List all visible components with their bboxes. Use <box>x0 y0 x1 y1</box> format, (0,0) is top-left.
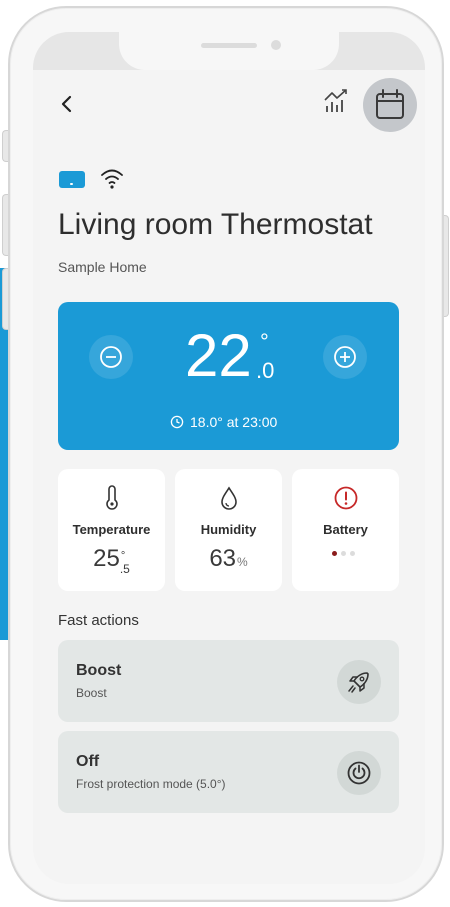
setpoint-degree: ° <box>260 329 269 354</box>
decrease-temperature-button[interactable] <box>89 335 133 379</box>
battery-dot-empty <box>350 551 355 556</box>
chart-icon <box>324 89 347 112</box>
speaker-icon <box>201 43 257 48</box>
droplet-icon <box>220 486 237 510</box>
battery-dot-filled <box>332 551 337 556</box>
thermometer-icon <box>105 485 118 510</box>
app-screen: Living room Thermostat Sample Home 22 ° … <box>33 32 425 884</box>
rocket-icon <box>348 672 369 693</box>
humidity-card[interactable]: Humidity 63% <box>175 469 282 591</box>
minus-icon <box>100 346 122 368</box>
increase-temperature-button[interactable] <box>323 335 367 379</box>
temperature-decimal: .5 <box>119 562 130 576</box>
humidity-unit: % <box>237 555 248 569</box>
next-schedule[interactable]: 18.0° at 23:00 <box>170 414 277 430</box>
clock-icon <box>170 415 184 429</box>
temperature-unit: ° <box>120 550 126 562</box>
wifi-icon <box>99 166 125 190</box>
calendar-icon <box>376 89 404 119</box>
power-icon <box>347 761 371 785</box>
boost-action[interactable]: Boost Boost <box>58 640 399 722</box>
setpoint-value: 22 <box>185 322 252 389</box>
battery-level-indicator <box>332 551 355 556</box>
off-action[interactable]: Off Frost protection mode (5.0°) <box>58 731 399 813</box>
fast-actions-title: Fast actions <box>58 612 139 629</box>
temperature-label: Temperature <box>72 522 151 537</box>
humidity-label: Humidity <box>200 522 257 537</box>
schedule-button[interactable] <box>363 78 417 132</box>
setpoint-panel: 22 ° .0 18.0° at 23:00 <box>58 302 399 450</box>
battery-card[interactable]: Battery <box>292 469 399 591</box>
humidity-number: 63 <box>209 545 237 572</box>
off-action-name: Off <box>76 753 100 770</box>
humidity-value: 63% <box>175 545 282 573</box>
setpoint-decimal: .0 <box>256 358 275 383</box>
power-off-button[interactable] <box>337 751 381 795</box>
chevron-left-icon <box>61 95 72 113</box>
plus-icon <box>334 346 356 368</box>
boost-action-description: Boost <box>76 686 107 700</box>
next-schedule-text: 18.0° at 23:00 <box>190 414 278 430</box>
phone-notch <box>119 32 339 70</box>
back-button[interactable] <box>55 92 79 116</box>
warning-icon <box>334 486 357 510</box>
thermostat-device-icon <box>59 171 85 188</box>
statistics-button[interactable] <box>321 86 351 116</box>
battery-dot-empty <box>341 551 346 556</box>
temperature-card[interactable]: Temperature 25 ° .5 <box>58 469 165 591</box>
boost-action-name: Boost <box>76 662 122 679</box>
camera-icon <box>271 40 281 50</box>
page-title: Living room Thermostat <box>58 208 373 241</box>
off-action-description: Frost protection mode (5.0°) <box>76 777 226 791</box>
battery-label: Battery <box>323 522 368 537</box>
home-name: Sample Home <box>58 259 147 275</box>
temperature-integer: 25 <box>93 545 120 572</box>
temperature-value: 25 ° .5 <box>58 545 165 576</box>
boost-button[interactable] <box>337 660 381 704</box>
